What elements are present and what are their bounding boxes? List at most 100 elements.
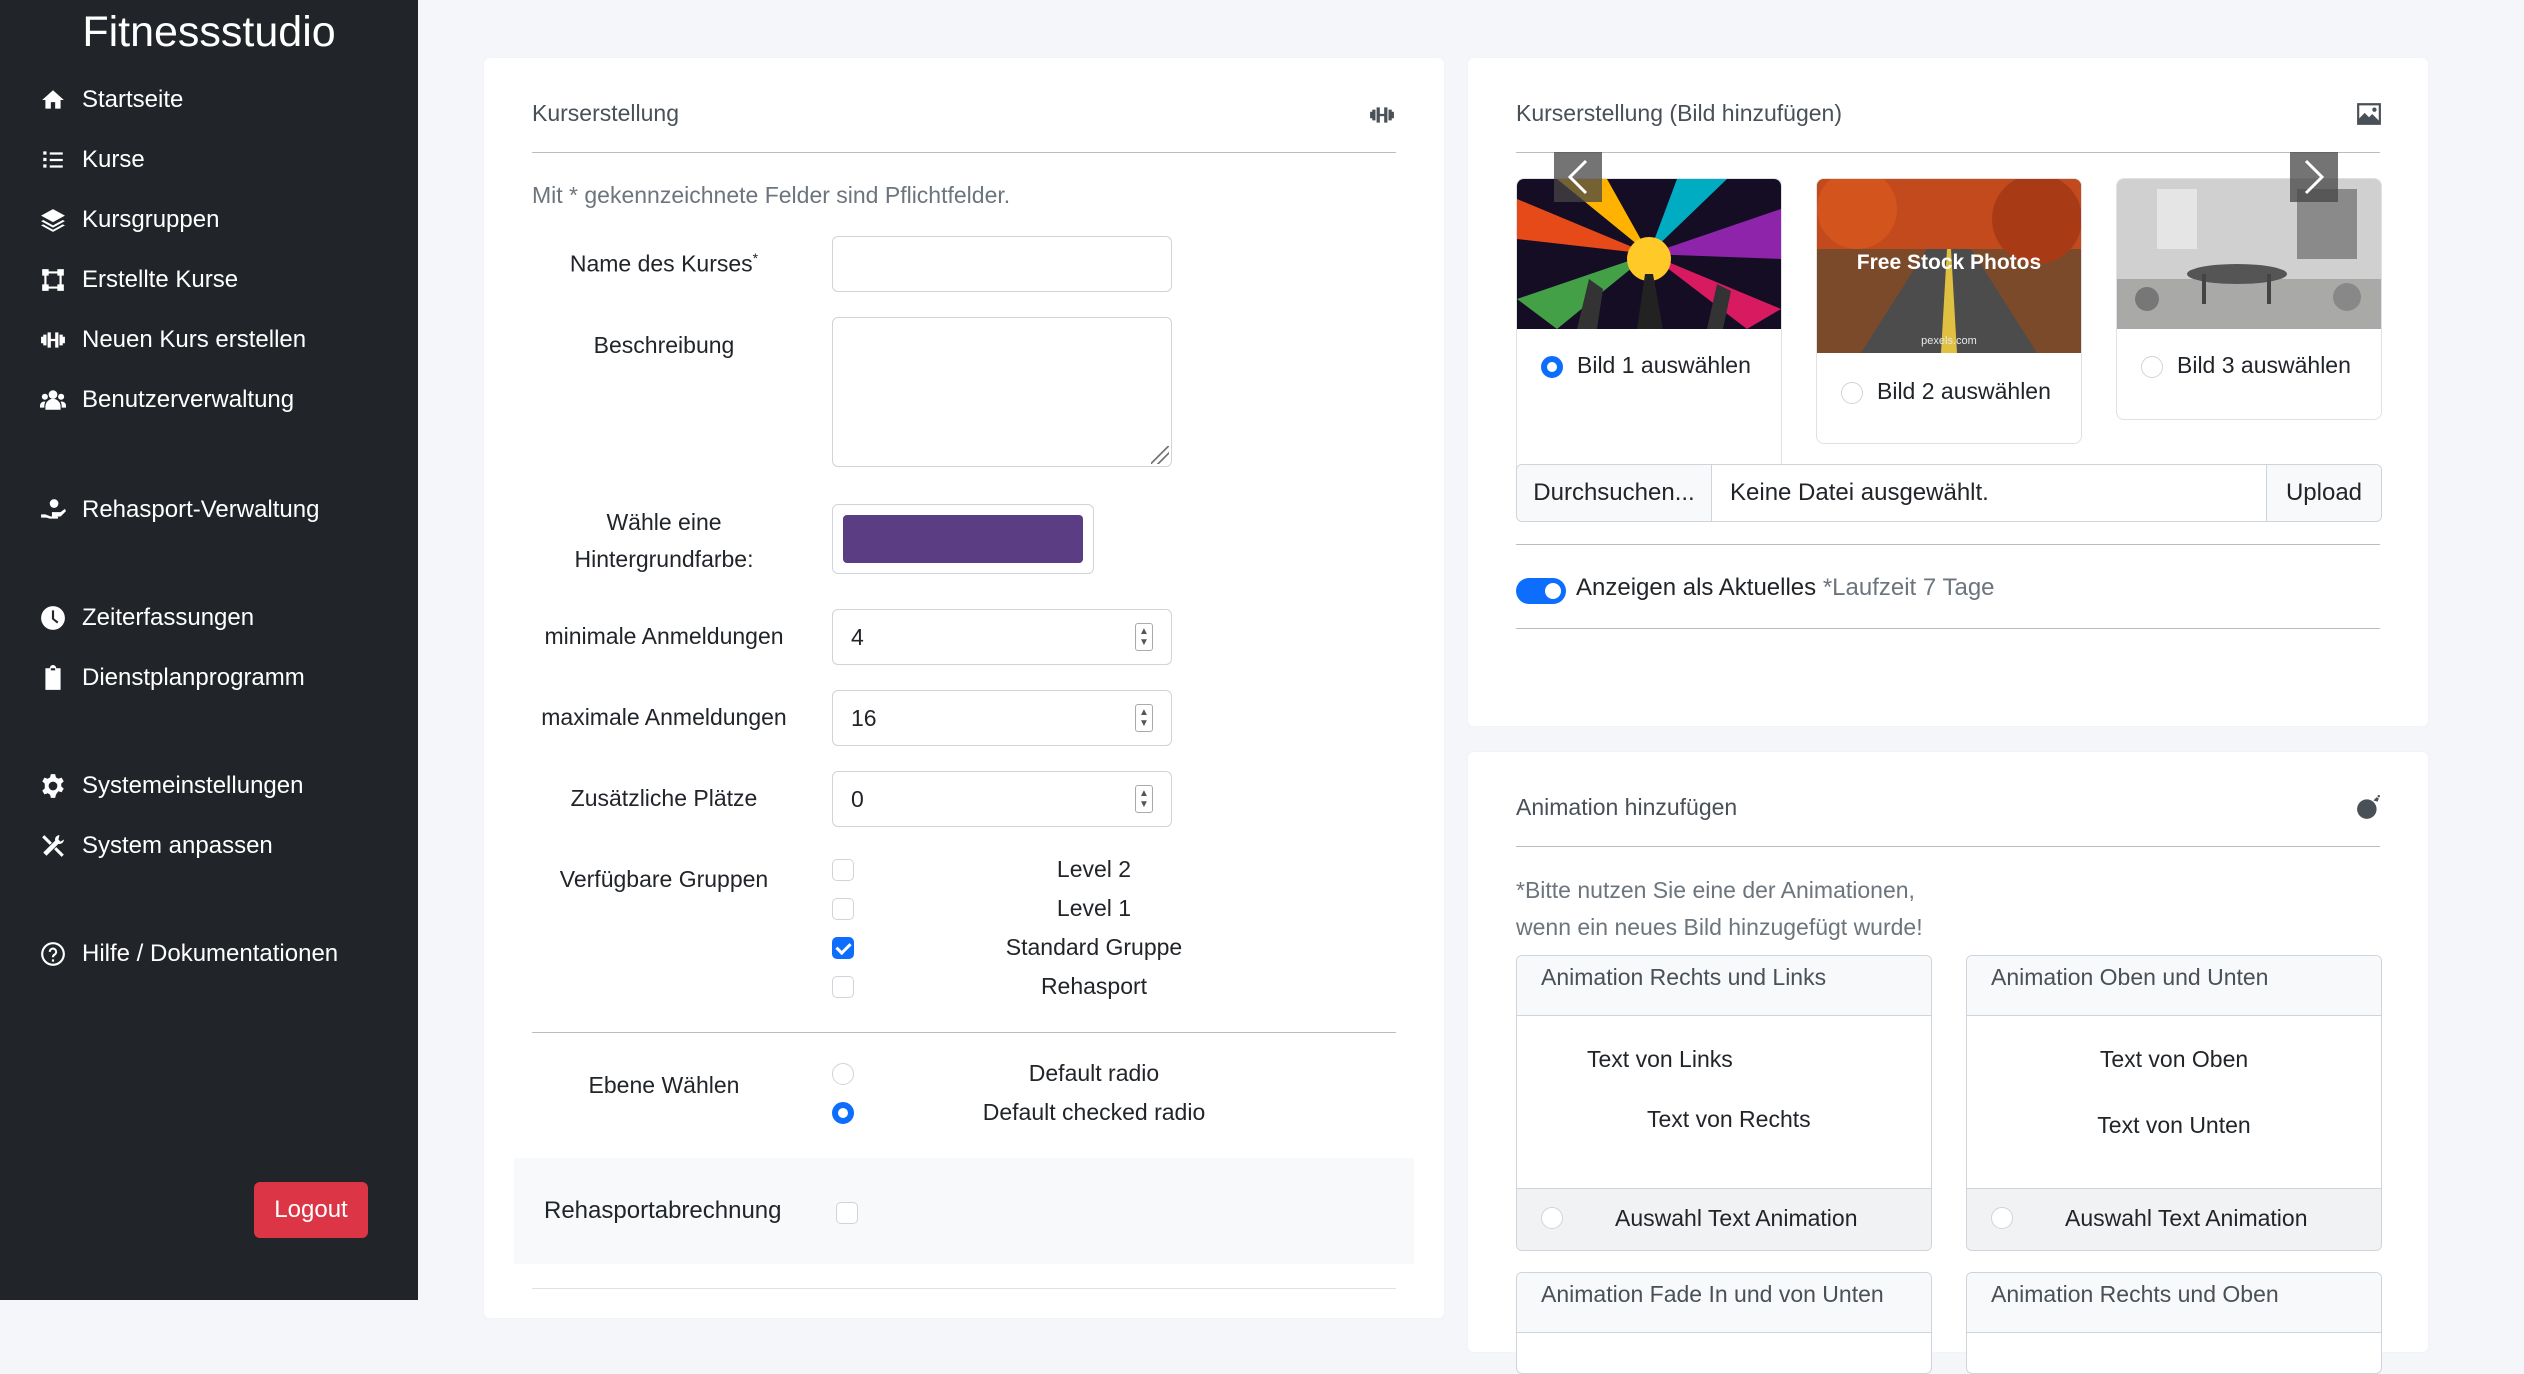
image-radio-2[interactable] (1841, 382, 1863, 404)
sidebar-item-label: System anpassen (82, 832, 273, 859)
description-textarea[interactable] (832, 317, 1172, 467)
users-icon (40, 386, 72, 414)
sidebar-item-zeiterfassungen[interactable]: Zeiterfassungen (40, 604, 254, 632)
logout-button[interactable]: Logout (254, 1182, 368, 1238)
clock-icon (40, 604, 72, 632)
group-label: Standard Gruppe (1005, 934, 1183, 960)
divider (532, 1032, 1396, 1033)
animation-box-title: Animation Rechts und Links (1541, 964, 1827, 990)
image-radio-3[interactable] (2141, 356, 2163, 378)
list-icon (40, 146, 72, 174)
sidebar-item-label: Systemeinstellungen (82, 772, 304, 799)
animation-radio-2[interactable] (1991, 1207, 2013, 1229)
animation-hint: *Bitte nutzen Sie eine der Animationen, … (1516, 877, 1923, 940)
radio-label: Default radio (1028, 1060, 1160, 1086)
card-title: Animation hinzufügen (1516, 794, 1738, 820)
animation-text-2: Text von Rechts (1647, 1106, 1811, 1132)
animation-text-1: Text von Links (1587, 1046, 1733, 1072)
extra-label: Zusätzliche Plätze (570, 785, 758, 811)
hand-holding-icon (40, 496, 72, 524)
home-icon (40, 86, 72, 114)
sidebar-item-kursgruppen[interactable]: Kursgruppen (40, 206, 219, 234)
layers-icon (40, 206, 72, 234)
group-label: Level 1 (1056, 895, 1132, 921)
course-name-input[interactable] (832, 236, 1172, 292)
divider (532, 1288, 1396, 1289)
course-form-card: Kurserstellung Mit * gekennzeichnete Fel… (484, 58, 1444, 1318)
image-option-2[interactable]: Free Stock Photos pexels.com Bild 2 ausw… (1816, 178, 2082, 444)
resize-handle[interactable] (1151, 446, 1169, 464)
vector-square-icon (40, 266, 72, 294)
carousel-prev-button[interactable] (1554, 152, 1602, 202)
level-label: Ebene Wählen (588, 1072, 740, 1098)
sidebar-item-label: Erstellte Kurse (82, 266, 239, 293)
sidebar-item-erstellte-kurse[interactable]: Erstellte Kurse (40, 266, 238, 294)
number-spinner[interactable]: ▲ ▼ (1135, 704, 1153, 732)
question-circle-icon (40, 940, 72, 968)
rehasport-billing-row: Rehasportabrechnung (514, 1158, 1414, 1264)
image-caption: Bild 2 auswählen (1877, 378, 2051, 404)
group-checkbox-standard[interactable] (832, 937, 854, 959)
sidebar-item-dienstplan[interactable]: Dienstplanprogramm (40, 664, 305, 692)
animation-box-fade-in: Animation Fade In und von Unten (1516, 1272, 1932, 1374)
chevron-right-icon (2304, 159, 2325, 195)
animation-box-right-top: Animation Rechts und Oben (1966, 1272, 2382, 1374)
divider (1516, 628, 2380, 629)
image-radio-1[interactable] (1541, 356, 1563, 378)
sidebar-item-label: Zeiterfassungen (82, 604, 255, 631)
animation-select-label: Auswahl Text Animation (2065, 1205, 2308, 1231)
sidebar-item-neuen-kurs[interactable]: Neuen Kurs erstellen (40, 326, 306, 354)
sidebar-item-rehasport[interactable]: Rehasport-Verwaltung (40, 496, 319, 524)
min-value: 4 (851, 623, 864, 650)
animation-radio-1[interactable] (1541, 1207, 1563, 1229)
animation-box-title: Animation Fade In und von Unten (1541, 1281, 1884, 1307)
brand-title: Fitnessstudio (82, 8, 336, 56)
extra-value: 0 (851, 785, 864, 812)
group-checkbox-level-2[interactable] (832, 859, 854, 881)
group-label: Level 2 (1056, 856, 1132, 882)
sidebar-item-systemeinstellungen[interactable]: Systemeinstellungen (40, 772, 303, 800)
course-image-3 (2117, 179, 2381, 329)
image-option-3[interactable]: Bild 3 auswählen (2116, 178, 2382, 420)
dumbbell-icon (1366, 102, 1398, 133)
divider (1516, 152, 2380, 153)
image-caption: Bild 1 auswählen (1577, 352, 1751, 378)
gear-icon (40, 772, 72, 800)
number-spinner[interactable]: ▲ ▼ (1135, 623, 1153, 651)
bgcolor-label: Wähle eine Hintergrundfarbe: (574, 509, 754, 572)
sidebar-item-kurse[interactable]: Kurse (40, 146, 145, 174)
bgcolor-picker[interactable] (832, 504, 1094, 574)
min-registrations-input[interactable]: 4 ▲ ▼ (832, 609, 1172, 665)
chevron-left-icon (1567, 159, 1588, 195)
groups-label: Verfügbare Gruppen (559, 866, 769, 892)
max-registrations-input[interactable]: 16 ▲ ▼ (832, 690, 1172, 746)
carousel-next-button[interactable] (2290, 152, 2338, 202)
rehasport-billing-checkbox[interactable] (836, 1202, 858, 1224)
sidebar-item-benutzerverwaltung[interactable]: Benutzerverwaltung (40, 386, 294, 414)
sidebar-item-hilfe[interactable]: Hilfe / Dokumentationen (40, 940, 338, 968)
number-spinner[interactable]: ▲ ▼ (1135, 785, 1153, 813)
max-label: maximale Anmeldungen (541, 704, 787, 730)
sidebar-item-label: Benutzerverwaltung (82, 386, 295, 413)
sidebar-item-system-anpassen[interactable]: System anpassen (40, 832, 273, 860)
upload-button[interactable]: Upload (2266, 465, 2381, 521)
color-swatch (843, 515, 1083, 563)
extra-places-input[interactable]: 0 ▲ ▼ (832, 771, 1172, 827)
group-checkbox-rehasport[interactable] (832, 976, 854, 998)
group-label: Rehasport (1040, 973, 1148, 999)
sidebar: Fitnessstudio Startseite Kurse Kursgrupp… (0, 0, 418, 1300)
animation-box-left-right: Animation Rechts und Links Text von Link… (1516, 955, 1932, 1251)
animation-select-label: Auswahl Text Animation (1615, 1205, 1858, 1231)
sidebar-item-startseite[interactable]: Startseite (40, 86, 183, 114)
image-option-1[interactable]: Bild 1 auswählen (1516, 178, 1782, 476)
sidebar-item-label: Hilfe / Dokumentationen (82, 940, 339, 967)
animation-box-top-bottom: Animation Oben und Unten Text von Oben T… (1966, 955, 2382, 1251)
browse-button[interactable]: Durchsuchen... (1517, 465, 1712, 521)
clipboard-icon (40, 664, 72, 692)
image-caption: Bild 3 auswählen (2177, 352, 2351, 378)
group-checkbox-level-1[interactable] (832, 898, 854, 920)
description-label: Beschreibung (593, 332, 735, 358)
radio-default[interactable] (832, 1063, 854, 1085)
show-as-current-toggle[interactable] (1516, 578, 1566, 604)
radio-default-checked[interactable] (832, 1102, 854, 1124)
